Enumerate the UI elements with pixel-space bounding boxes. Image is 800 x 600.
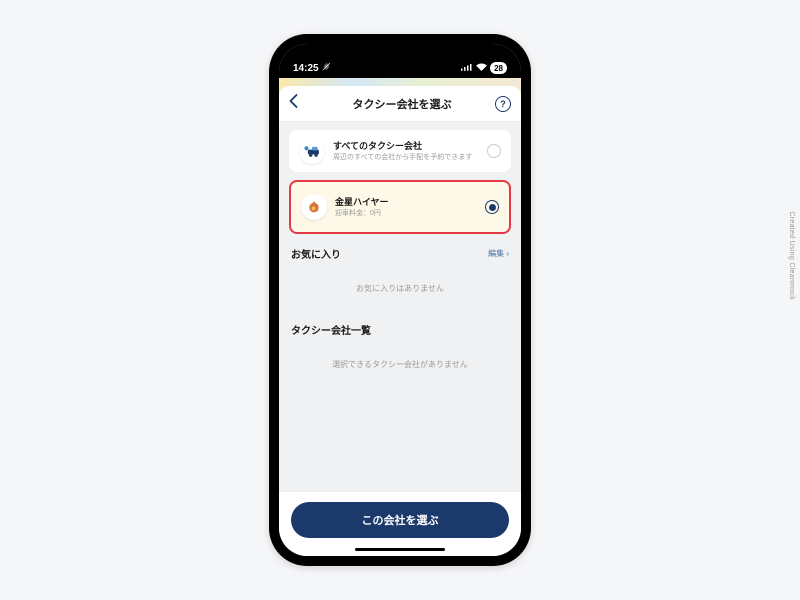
nav-header: タクシー会社を選ぶ ? [279,86,521,122]
back-button[interactable] [289,94,309,113]
edit-favorites-button[interactable]: 編集 › [488,248,509,259]
company-list-title: タクシー会社一覧 [291,322,371,337]
content-area: すべてのタクシー会社 周辺のすべての会社から手配を予約できます 金星ハイヤー 迎… [279,122,521,491]
phone-notch [345,44,455,66]
radio-checked[interactable] [485,200,499,214]
wifi-icon [476,63,487,74]
page-title: タクシー会社を選ぶ [353,96,452,112]
status-time: 14:25 [293,63,319,74]
company-list-header: タクシー会社一覧 [291,322,509,337]
mockup-credit: Created Using Cleanmock [789,211,796,300]
confirm-button[interactable]: この会社を選ぶ [291,502,509,538]
screen: 14:25 28 タクシー会社を選ぶ ? [279,44,521,556]
company-name: すべてのタクシー会社 [333,139,479,152]
bottom-bar: この会社を選ぶ [279,491,521,556]
favorites-title: お気に入り [291,246,341,261]
kinsei-logo-icon [301,194,327,220]
company-desc: 周辺のすべての会社から手配を予約できます [333,153,479,162]
company-desc: 迎車料金：0円 [335,209,477,218]
favorites-header: お気に入り 編集 › [291,246,509,261]
radio-unchecked[interactable] [487,144,501,158]
company-option-kinsei[interactable]: 金星ハイヤー 迎車料金：0円 [289,180,511,234]
help-button[interactable]: ? [495,96,511,112]
location-off-icon [322,62,331,74]
all-taxis-icon [299,138,325,164]
company-name: 金星ハイヤー [335,195,477,208]
phone-frame: 14:25 28 タクシー会社を選ぶ ? [269,34,531,566]
home-indicator[interactable] [355,548,445,551]
favorites-empty: お気に入りはありません [289,267,511,310]
signal-icon [461,63,473,74]
battery-indicator: 28 [490,62,507,74]
company-list-empty: 選択できるタクシー会社がありません [289,343,511,386]
company-option-all[interactable]: すべてのタクシー会社 周辺のすべての会社から手配を予約できます [289,130,511,172]
